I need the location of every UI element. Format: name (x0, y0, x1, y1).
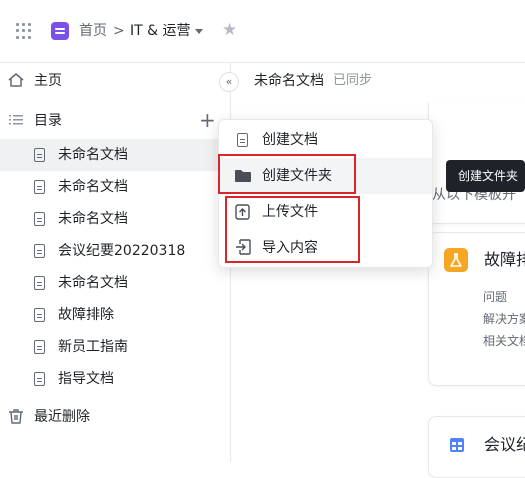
sidebar-item-label[interactable]: 会议纪要20220318 (58, 242, 185, 260)
add-icon[interactable]: + (199, 108, 216, 132)
highlight-box (225, 196, 360, 263)
sidebar-item-label[interactable]: 新员工指南 (58, 338, 128, 356)
document-icon (34, 276, 45, 290)
sidebar-item-label[interactable]: 未命名文档 (58, 274, 128, 292)
app-grid-icon[interactable] (16, 23, 32, 39)
document-icon (34, 180, 45, 194)
document-icon (34, 372, 45, 386)
breadcrumb-home[interactable]: 首页 (79, 22, 107, 40)
template-card-title: 会议纪 (484, 435, 525, 454)
trash-icon (9, 409, 23, 424)
sidebar-item-label[interactable]: 未命名文档 (58, 178, 128, 196)
document-icon (34, 308, 45, 322)
sidebar-home-label[interactable]: 主页 (34, 72, 62, 90)
flask-icon (444, 248, 468, 272)
home-icon (8, 73, 24, 87)
list-icon (9, 115, 23, 125)
highlight-box (218, 154, 356, 194)
tooltip: 创建文件夹 (446, 160, 525, 192)
menu-item-label: 创建文档 (262, 132, 318, 148)
sidebar-item-label: 未命名文档 (58, 147, 128, 163)
menu-item-create-doc[interactable] (219, 122, 432, 158)
table-icon (450, 438, 464, 452)
breadcrumb-workspace[interactable]: IT & 运营 (130, 22, 191, 40)
sidebar-item-label[interactable]: 未命名文档 (58, 210, 128, 228)
document-icon (34, 148, 45, 162)
template-card-title: 故障排 (484, 250, 525, 269)
sidebar-recent-deleted[interactable]: 最近删除 (34, 408, 90, 426)
star-icon[interactable]: ★ (222, 21, 237, 39)
document-icon (34, 340, 45, 354)
template-card-line: 问题 (483, 290, 508, 304)
sidebar-item-label[interactable]: 故障排除 (58, 306, 114, 324)
document-icon (237, 133, 248, 147)
document-icon (34, 212, 45, 226)
collapse-sidebar-button[interactable]: « (219, 72, 239, 92)
sidebar-item-label[interactable]: 指导文档 (58, 370, 114, 388)
chevron-down-icon[interactable] (195, 29, 203, 34)
document-icon (34, 244, 45, 258)
sidebar-catalog-label[interactable]: 目录 (34, 112, 62, 130)
sync-status: 已同步 (333, 73, 373, 88)
template-card-line: 解决方案 (483, 312, 525, 326)
workspace-logo (51, 22, 69, 40)
breadcrumb-separator: > (113, 23, 125, 39)
document-title: 未命名文档 (254, 73, 324, 89)
template-card-line: 相关文档 (483, 334, 525, 348)
